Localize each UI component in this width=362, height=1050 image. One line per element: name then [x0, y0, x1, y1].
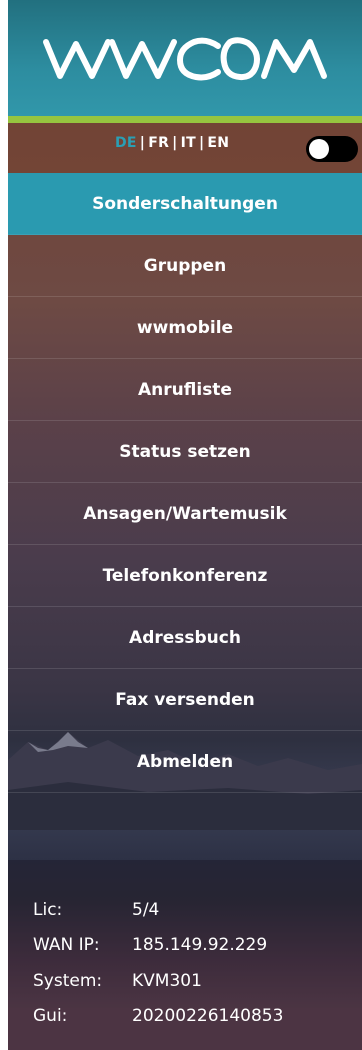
menu-item-label: Ansagen/Wartemusik — [83, 503, 287, 524]
gui-row: Gui: 20200226140853 — [33, 1006, 283, 1026]
lang-separator: | — [198, 135, 205, 151]
theme-toggle[interactable] — [306, 136, 358, 162]
system-info-panel: Lic: 5/4 WAN IP: 185.149.92.229 System: … — [8, 860, 362, 1050]
language-switcher: DE | FR | IT | EN — [115, 135, 229, 151]
gui-value: 20200226140853 — [132, 1006, 284, 1026]
menu-item-label: Gruppen — [143, 255, 227, 276]
menu-item-sonderschaltungen[interactable]: Sonderschaltungen — [8, 173, 362, 235]
menu-item-label: Adressbuch — [129, 627, 241, 648]
lic-row: Lic: 5/4 — [33, 900, 159, 920]
menu-item-fax-versenden[interactable]: Fax versenden — [8, 669, 362, 731]
menu-item-adressbuch[interactable]: Adressbuch — [8, 607, 362, 669]
menu-item-gruppen[interactable]: Gruppen — [8, 235, 362, 297]
lang-separator: | — [172, 135, 178, 151]
lang-separator: | — [139, 135, 146, 151]
menu-item-wwmobile[interactable]: wwmobile — [8, 297, 362, 359]
lic-label: Lic: — [33, 900, 63, 920]
menu-item-label: Abmelden — [136, 751, 234, 772]
wwcom-logo-icon — [43, 37, 327, 81]
menu-item-label: Status setzen — [119, 441, 251, 462]
menu-item-telefonkonferenz[interactable]: Telefonkonferenz — [8, 545, 362, 607]
menu-item-label: wwmobile — [136, 317, 234, 338]
menu-item-label: Anrufliste — [138, 379, 232, 400]
toggle-knob — [309, 139, 329, 159]
lang-en-link[interactable]: EN — [207, 135, 229, 151]
wan-ip-row: WAN IP: 185.149.92.229 — [33, 935, 267, 955]
lang-fr-link[interactable]: FR — [148, 135, 169, 151]
menu-item-anrufliste[interactable]: Anrufliste — [8, 359, 362, 421]
system-value: KVM301 — [132, 971, 202, 991]
menu-item-status-setzen[interactable]: Status setzen — [8, 421, 362, 483]
logo-header — [8, 0, 362, 116]
lang-it-link[interactable]: IT — [181, 135, 196, 151]
wan-ip-value: 185.149.92.229 — [132, 935, 268, 955]
menu-item-abmelden[interactable]: Abmelden — [8, 731, 362, 793]
sidebar: DE | FR | IT | EN Sonderschaltungen Gruppen ww… — [8, 0, 362, 1050]
menu-item-label: Telefonkonferenz — [102, 565, 268, 586]
system-row: System: KVM301 — [33, 971, 202, 991]
system-label: System: — [33, 971, 103, 991]
accent-line — [8, 116, 362, 123]
gui-label: Gui: — [33, 1006, 68, 1026]
menu-item-label: Sonderschaltungen — [92, 193, 278, 214]
nav-menu: Sonderschaltungen Gruppen wwmobile Anruf… — [8, 173, 362, 793]
wan-ip-label: WAN IP: — [33, 935, 100, 955]
menu-item-ansagen-wartemusik[interactable]: Ansagen/Wartemusik — [8, 483, 362, 545]
lang-de-link[interactable]: DE — [115, 135, 137, 151]
menu-item-label: Fax versenden — [115, 689, 255, 710]
lic-value: 5/4 — [132, 900, 160, 920]
